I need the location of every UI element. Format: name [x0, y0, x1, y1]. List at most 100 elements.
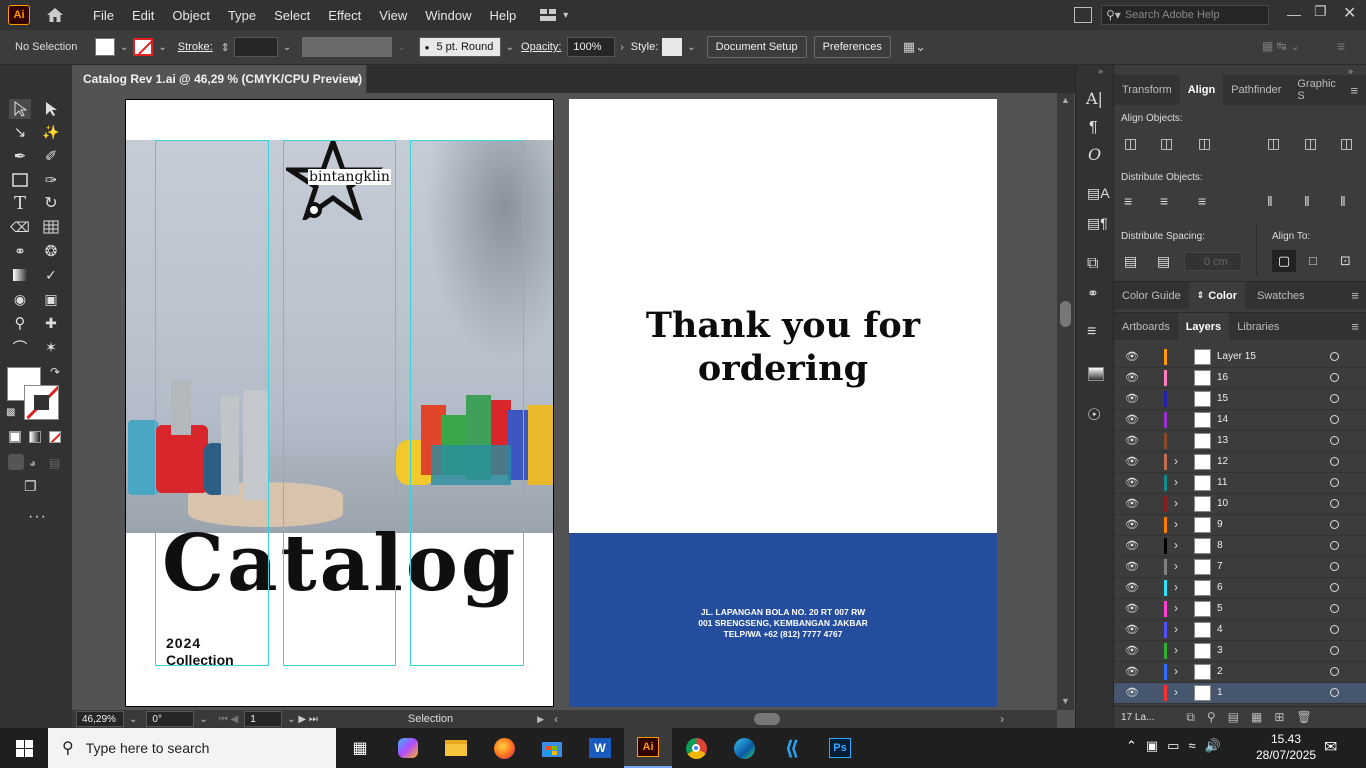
tab-color[interactable]: ⇕ Color	[1188, 282, 1245, 309]
tab-layers[interactable]: Layers	[1177, 313, 1230, 340]
type-tool-icon[interactable]: T	[9, 193, 31, 214]
visibility-eye-icon[interactable]: 👁	[1125, 455, 1139, 468]
draw-behind-icon[interactable]: ◕	[29, 456, 36, 470]
slice-tool-icon[interactable]: ✚	[40, 313, 62, 333]
clock[interactable]: 15.43 28/07/2025	[1256, 731, 1316, 763]
direct-selection-tool-icon[interactable]	[40, 99, 62, 119]
layer-row[interactable]: 👁 › 5	[1114, 599, 1366, 620]
minimize-window-icon[interactable]: —	[1287, 6, 1301, 22]
rotation-dropdown-icon[interactable]: ⌄	[199, 714, 207, 725]
rotate-tool-icon[interactable]: ↻	[40, 193, 62, 213]
close-window-icon[interactable]: ✕	[1343, 3, 1356, 23]
layer-row[interactable]: 👁 › 4	[1114, 620, 1366, 641]
paintbrush-tool-icon[interactable]: ✑	[40, 170, 62, 190]
rotation-field[interactable]: 0°	[146, 711, 195, 727]
copilot-icon[interactable]	[384, 728, 432, 768]
status-menu-icon[interactable]: ▶	[537, 714, 544, 725]
target-circle-icon[interactable]	[1330, 352, 1339, 361]
expand-layer-icon[interactable]: ›	[1174, 685, 1178, 699]
layer-row[interactable]: 👁 15	[1114, 389, 1366, 410]
align-to-selection-icon[interactable]: ▢	[1272, 250, 1296, 272]
perspective-grid-tool-icon[interactable]: ❂	[40, 241, 62, 261]
stroke-dropdown-icon[interactable]: ⌄	[158, 42, 166, 53]
brush-definition[interactable]: ● 5 pt. Round	[418, 37, 501, 57]
distribute-right-icon[interactable]: ‖	[1340, 193, 1346, 209]
swap-fill-stroke-icon[interactable]: ↷	[50, 365, 60, 379]
target-circle-icon[interactable]	[1330, 541, 1339, 550]
artboard-nav-icon[interactable]: ⌄ ▶ ⏭	[287, 714, 318, 725]
target-circle-icon[interactable]	[1330, 520, 1339, 529]
visibility-eye-icon[interactable]: 👁	[1125, 665, 1139, 678]
none-mode-icon[interactable]	[49, 431, 61, 443]
links-panel-icon[interactable]: ⚭	[1087, 285, 1099, 302]
stroke-color-box[interactable]	[24, 385, 59, 420]
eraser-tool-icon[interactable]: ⌫	[9, 217, 31, 237]
character-panel-icon[interactable]: A|	[1086, 89, 1103, 108]
layer-row[interactable]: 👁 Layer 15	[1114, 347, 1366, 368]
distribute-left-icon[interactable]: ‖	[1267, 193, 1273, 209]
target-circle-icon[interactable]	[1330, 499, 1339, 508]
visibility-eye-icon[interactable]: 👁	[1125, 602, 1139, 615]
opacity-arrow-icon[interactable]: ›	[620, 42, 623, 53]
rectangle-tool-icon[interactable]	[9, 170, 31, 190]
align-vcenter-icon[interactable]: ◫	[1304, 135, 1317, 152]
artboard-tool-icon[interactable]: ▣	[40, 289, 62, 309]
profile-dropdown-icon[interactable]: ⌄	[397, 42, 405, 53]
more-tools-icon[interactable]: ···	[28, 508, 47, 526]
menu-view[interactable]: View	[370, 8, 416, 23]
arrange-panels-icon[interactable]	[1074, 7, 1092, 23]
paragraph-panel-icon[interactable]: ¶	[1089, 119, 1098, 137]
layer-row[interactable]: 👁 › 1	[1114, 683, 1366, 704]
stroke-weight-dropdown-icon[interactable]: ⌄	[283, 42, 291, 53]
illustrator-taskbar-icon[interactable]: Ai	[624, 728, 672, 768]
close-document-icon[interactable]: ×	[351, 71, 359, 87]
target-circle-icon[interactable]	[1330, 667, 1339, 676]
menu-select[interactable]: Select	[265, 8, 319, 23]
magic-wand-tool-icon[interactable]: ✨	[40, 122, 62, 142]
visibility-eye-icon[interactable]: 👁	[1125, 371, 1139, 384]
artboard-number-field[interactable]: 1	[244, 711, 283, 727]
expand-layer-icon[interactable]: ›	[1174, 643, 1178, 657]
align-to-artboard-icon[interactable]: □	[1309, 253, 1317, 268]
target-circle-icon[interactable]	[1330, 562, 1339, 571]
help-search-field[interactable]: ⚲▾ Search Adobe Help	[1101, 5, 1269, 25]
align-right-icon[interactable]: ◫	[1198, 135, 1211, 152]
target-circle-icon[interactable]	[1330, 604, 1339, 613]
target-circle-icon[interactable]	[1330, 583, 1339, 592]
layer-row[interactable]: 👁 16	[1114, 368, 1366, 389]
first-artboard-icon[interactable]: ⏮ ◀	[219, 714, 238, 725]
screen-mode-icon[interactable]: ❐	[24, 478, 37, 495]
tab-libraries[interactable]: Libraries	[1229, 313, 1287, 340]
tab-transform[interactable]: Transform	[1114, 75, 1180, 105]
layer-row[interactable]: 👁 › 3	[1114, 641, 1366, 662]
visibility-eye-icon[interactable]: 👁	[1125, 476, 1139, 489]
visibility-eye-icon[interactable]: 👁	[1125, 686, 1139, 699]
notification-icon[interactable]: ✉	[1324, 737, 1337, 757]
graphic-style-swatch[interactable]	[662, 38, 683, 56]
target-circle-icon[interactable]	[1330, 394, 1339, 403]
tab-artboards[interactable]: Artboards	[1114, 313, 1178, 340]
align-panel-menu-icon[interactable]: ≡	[1350, 83, 1358, 98]
collapse-dock-icon[interactable]: »	[1348, 66, 1353, 76]
layer-footer-buttons[interactable]: ⧉⚲▤▦⊞🗑	[1186, 710, 1323, 725]
opacity-field[interactable]: 100%	[567, 37, 616, 57]
distribute-bottom-icon[interactable]: ≡	[1198, 193, 1206, 209]
artboard-1[interactable]: bintangklin Catalog 2024 Collection	[125, 99, 554, 707]
curvature-tool-icon[interactable]: ✐	[40, 146, 62, 166]
character-styles-icon[interactable]: ▤A	[1087, 185, 1110, 202]
word-icon[interactable]: W	[576, 728, 624, 768]
align-hcenter-icon[interactable]: ◫	[1160, 135, 1173, 152]
fill-swatch[interactable]	[95, 38, 115, 56]
taskbar-search[interactable]: ⚲ Type here to search	[48, 728, 336, 768]
layer-row[interactable]: 👁 › 2	[1114, 662, 1366, 683]
restore-window-icon[interactable]: ❐	[1314, 3, 1327, 20]
scroll-left-icon[interactable]: ‹	[554, 712, 558, 726]
target-circle-icon[interactable]	[1330, 373, 1339, 382]
visibility-eye-icon[interactable]: 👁	[1125, 518, 1139, 531]
layer-row[interactable]: 👁 › 8	[1114, 536, 1366, 557]
stroke-weight-field[interactable]	[233, 37, 278, 57]
target-circle-icon[interactable]	[1330, 688, 1339, 697]
expand-layer-icon[interactable]: ›	[1174, 559, 1178, 573]
arc-tool-icon[interactable]: ⌒	[9, 337, 31, 357]
menu-window[interactable]: Window	[416, 8, 480, 23]
